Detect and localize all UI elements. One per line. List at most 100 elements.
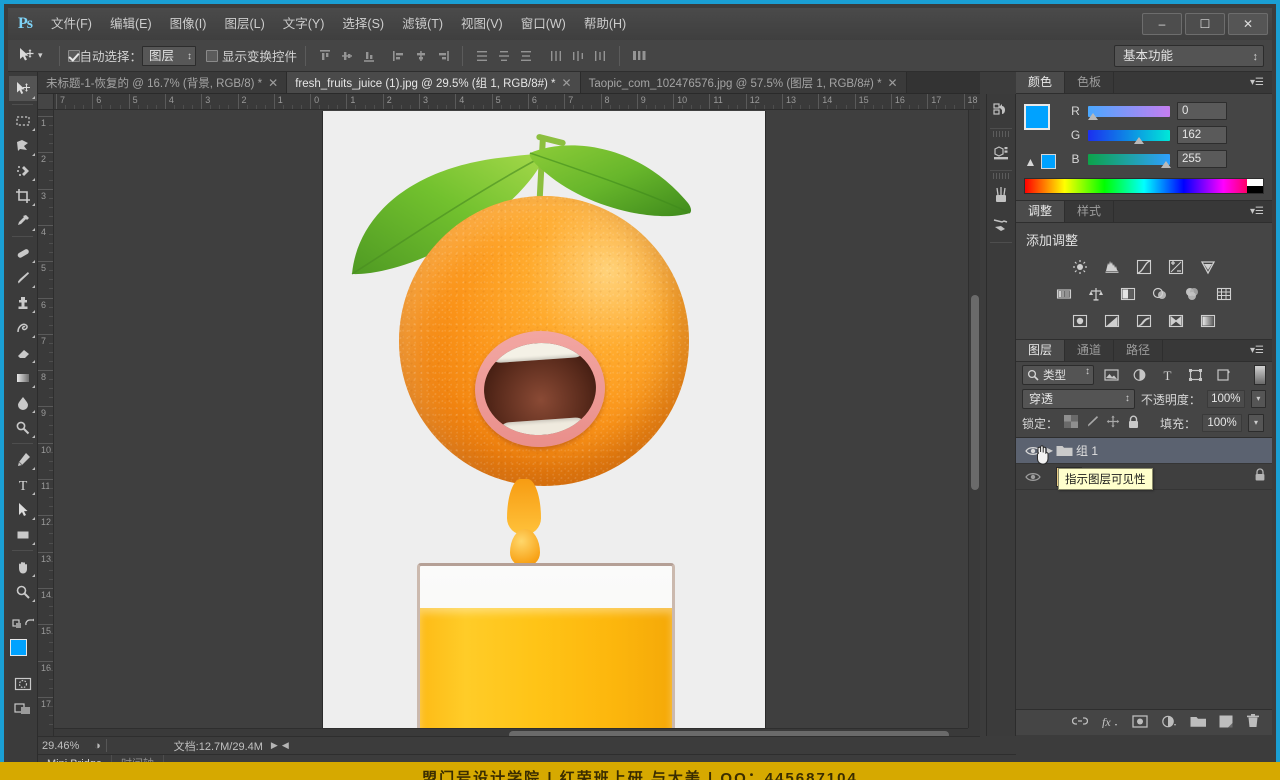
proof-colors-icon[interactable]: ◑ xyxy=(94,740,101,752)
distribute-bottom-edges-button[interactable] xyxy=(516,46,536,66)
layer-row-group-1[interactable]: ▶ 组 1 xyxy=(1016,438,1272,464)
filter-type-layers-icon[interactable]: T xyxy=(1156,365,1178,385)
channel-g-value[interactable]: 162 xyxy=(1177,126,1227,144)
white-black-swatch[interactable] xyxy=(1247,179,1263,193)
blend-mode-dropdown[interactable]: 穿透 xyxy=(1022,389,1135,409)
menu-window[interactable]: 窗口(W) xyxy=(512,8,575,40)
adjustments-panel-menu-icon[interactable]: ▾☰ xyxy=(1250,205,1266,219)
canvas-vertical-scrollbar[interactable] xyxy=(968,110,980,728)
align-top-edges-button[interactable] xyxy=(315,46,335,66)
menu-image[interactable]: 图像(I) xyxy=(161,8,216,40)
tab-layers[interactable]: 图层 xyxy=(1016,340,1066,361)
tool-lasso[interactable] xyxy=(9,133,37,158)
tab-paths[interactable]: 路径 xyxy=(1114,340,1164,361)
link-layers-icon[interactable] xyxy=(1071,715,1089,730)
brightness-contrast-icon[interactable] xyxy=(1069,257,1091,277)
photo-filter-icon[interactable] xyxy=(1149,284,1171,304)
tool-path-selection[interactable] xyxy=(9,497,37,522)
lock-image-pixels-icon[interactable] xyxy=(1085,415,1099,431)
horizontal-ruler[interactable]: 7 6 5 4 3 2 1 0 1 2 3 4 5 6 7 8 9 10 11 12 13 14 15 16 17 18 xyxy=(54,94,980,110)
maximize-button[interactable]: ☐ xyxy=(1185,13,1225,35)
align-horizontal-centers-button[interactable] xyxy=(411,46,431,66)
delete-layer-icon[interactable] xyxy=(1246,714,1260,731)
opacity-value[interactable]: 100% xyxy=(1206,390,1245,408)
fill-stepper-icon[interactable]: ▾ xyxy=(1248,414,1265,432)
auto-select-scope-dropdown[interactable]: 图层 xyxy=(142,45,197,66)
tool-zoom[interactable] xyxy=(9,579,37,604)
color-swatches[interactable] xyxy=(9,639,37,669)
document-tab-1-close-icon[interactable]: ✕ xyxy=(268,76,278,90)
tool-crop[interactable] xyxy=(9,183,37,208)
vertical-scroll-thumb[interactable] xyxy=(971,295,979,490)
selective-color-icon[interactable] xyxy=(1197,311,1219,331)
vibrance-icon[interactable] xyxy=(1197,257,1219,277)
menu-file[interactable]: 文件(F) xyxy=(42,8,101,40)
panel-foreground-swatch[interactable] xyxy=(1024,104,1050,130)
status-expand-icon[interactable]: ▶ xyxy=(271,740,278,751)
document-tab-2-close-icon[interactable]: ✕ xyxy=(562,76,572,90)
tool-pen[interactable] xyxy=(9,447,37,472)
channel-b-value[interactable]: 255 xyxy=(1177,150,1227,168)
posterize-icon[interactable] xyxy=(1101,311,1123,331)
menu-view[interactable]: 视图(V) xyxy=(452,8,512,40)
layers-panel-menu-icon[interactable]: ▾☰ xyxy=(1250,344,1266,358)
tab-adjustments[interactable]: 调整 xyxy=(1016,201,1066,222)
tab-channels[interactable]: 通道 xyxy=(1065,340,1115,361)
current-tool-indicator[interactable]: ▾ xyxy=(14,45,47,66)
levels-icon[interactable] xyxy=(1101,257,1123,277)
fx-icon[interactable]: fx xyxy=(1101,715,1119,731)
tool-quick-mask[interactable] xyxy=(9,671,37,696)
history-icon[interactable] xyxy=(987,96,1015,126)
threshold-icon[interactable] xyxy=(1133,311,1155,331)
default-colors-and-swap-icons[interactable] xyxy=(9,610,37,635)
layer-filter-type-dropdown[interactable]: 类型 xyxy=(1022,365,1094,385)
rail-grip-2[interactable] xyxy=(993,173,1009,179)
canvas-area[interactable]: 7 6 5 4 3 2 1 0 1 2 3 4 5 6 7 8 9 10 11 12 13 14 15 16 17 18 1234… xyxy=(38,94,980,740)
tool-screen-mode[interactable] xyxy=(9,696,37,721)
color-panel-swatches[interactable] xyxy=(1024,104,1066,146)
add-layer-mask-icon[interactable] xyxy=(1132,714,1148,731)
tool-rectangular-marquee[interactable] xyxy=(9,108,37,133)
auto-align-layers-button[interactable] xyxy=(629,46,649,66)
color-panel-menu-icon[interactable]: ▾☰ xyxy=(1250,76,1266,90)
filter-shape-layers-icon[interactable] xyxy=(1184,365,1206,385)
tool-rectangle[interactable] xyxy=(9,522,37,547)
filter-smart-objects-icon[interactable] xyxy=(1212,365,1234,385)
curves-icon[interactable] xyxy=(1133,257,1155,277)
align-vertical-centers-button[interactable] xyxy=(337,46,357,66)
color-lookup-icon[interactable] xyxy=(1213,284,1235,304)
tool-spot-healing-brush[interactable] xyxy=(9,240,37,265)
document-tab-3-close-icon[interactable]: ✕ xyxy=(888,76,898,90)
brushes-icon[interactable] xyxy=(987,180,1015,210)
status-resize-grip-icon[interactable]: ◀ xyxy=(282,740,289,751)
tool-history-brush[interactable] xyxy=(9,315,37,340)
artboard[interactable] xyxy=(323,111,765,728)
layer-name-group-1[interactable]: 组 1 xyxy=(1076,442,1098,459)
tool-move[interactable] xyxy=(8,76,37,101)
channel-mixer-icon[interactable] xyxy=(1181,284,1203,304)
black-white-icon[interactable] xyxy=(1117,284,1139,304)
distribute-right-edges-button[interactable] xyxy=(590,46,610,66)
lock-position-icon[interactable] xyxy=(1106,415,1120,431)
menu-edit[interactable]: 编辑(E) xyxy=(101,8,161,40)
filter-pixel-layers-icon[interactable] xyxy=(1100,365,1122,385)
layer-2-visibility-toggle-icon[interactable] xyxy=(1022,468,1044,486)
align-right-edges-button[interactable] xyxy=(433,46,453,66)
distribute-vertical-centers-button[interactable] xyxy=(494,46,514,66)
zoom-level-field[interactable]: 29.46% xyxy=(38,740,94,752)
distribute-left-edges-button[interactable] xyxy=(546,46,566,66)
menu-type[interactable]: 文字(Y) xyxy=(274,8,334,40)
tab-swatches[interactable]: 色板 xyxy=(1065,72,1115,93)
new-adjustment-layer-icon[interactable] xyxy=(1161,715,1177,731)
tool-clone-stamp[interactable] xyxy=(9,290,37,315)
3d-icon[interactable] xyxy=(987,138,1015,168)
menu-layer[interactable]: 图层(L) xyxy=(215,8,273,40)
out-of-gamut-swatch[interactable] xyxy=(1041,154,1056,169)
lock-all-icon[interactable] xyxy=(1127,415,1140,432)
menu-select[interactable]: 选择(S) xyxy=(333,8,393,40)
tool-eyedropper[interactable] xyxy=(9,208,37,233)
filter-enable-toggle[interactable] xyxy=(1254,365,1266,385)
brush-presets-icon[interactable] xyxy=(987,210,1015,240)
tool-hand[interactable] xyxy=(9,554,37,579)
rail-grip-1[interactable] xyxy=(993,131,1009,137)
